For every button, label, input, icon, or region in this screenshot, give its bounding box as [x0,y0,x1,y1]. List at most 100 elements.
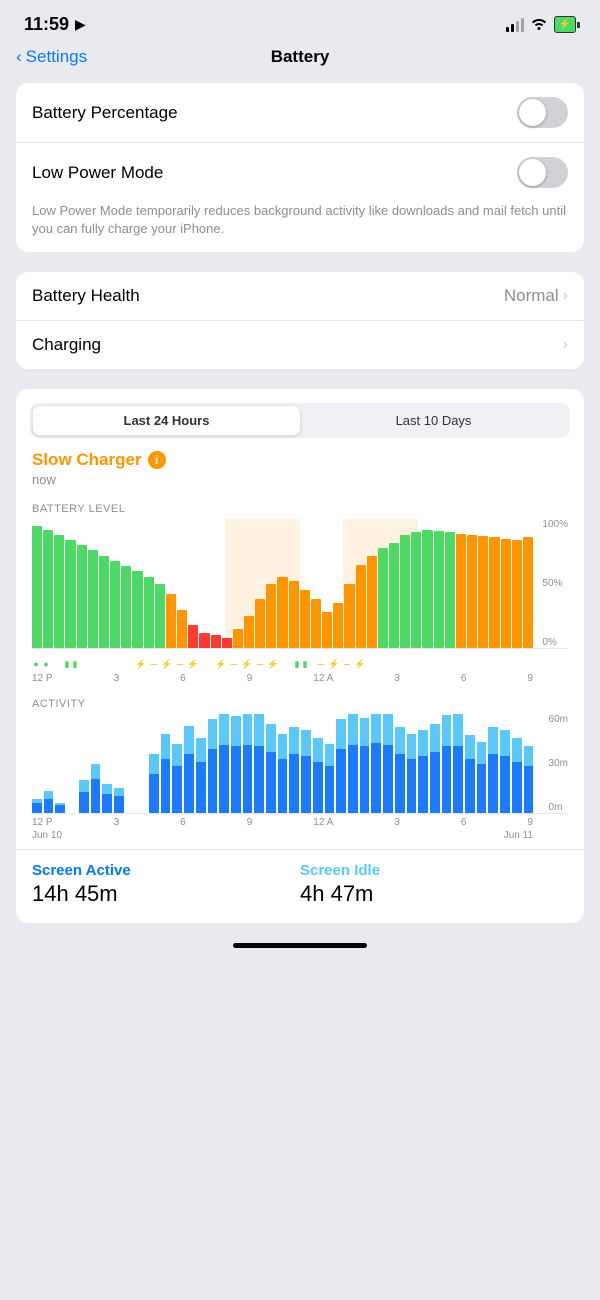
battery-bar [177,519,187,648]
battery-health-row[interactable]: Battery Health Normal › [16,272,584,321]
y-label-100: 100% [542,519,568,530]
activity-bar [44,714,54,813]
charging-indicator-dot: ─ [256,659,264,669]
charging-label: Charging [32,335,101,355]
battery-chart-area: 100% 50% 0% [32,519,568,649]
charging-indicator-dot: ⚡ [240,659,254,670]
low-power-mode-toggle[interactable] [517,157,568,188]
charging-indicator-dot: ─ [176,659,184,669]
chevron-left-icon: ‹ [16,47,22,67]
charging-indicator-dot: ─ [230,659,238,669]
activity-bar [231,714,241,813]
charging-indicator-dot: ▮ [302,659,308,670]
slow-charger-badge: Slow Charger i [16,438,584,472]
battery-bar [222,519,232,648]
battery-bar [121,519,131,648]
status-time: 11:59 [24,14,69,35]
battery-health-card: Battery Health Normal › Charging › [16,272,584,369]
charging-indicator-dot: ● [32,659,40,669]
battery-bar [54,519,64,648]
toggle-knob-2 [519,159,546,186]
status-icons: ⚡ [506,16,576,33]
tab-10-days[interactable]: Last 10 Days [300,406,567,435]
tab-24-hours[interactable]: Last 24 Hours [33,406,300,435]
date-jun10: Jun 10 [32,830,62,841]
charging-indicator-dot: ⚡ [327,659,341,670]
activity-bar [465,714,475,813]
page-title: Battery [271,47,330,67]
battery-bar [344,519,354,648]
charging-indicator-dot: ─ [150,659,158,669]
battery-bar [311,519,321,648]
battery-bar [456,519,466,648]
battery-bar [400,519,410,648]
battery-bar [199,519,209,648]
back-button[interactable]: ‹ Settings [16,47,87,67]
activity-chart: ACTIVITY 60m 30m 0m 12 P 3 6 9 12 A 3 6 … [16,690,584,849]
battery-health-status: Normal [504,286,559,306]
charging-chevron-icon: › [563,336,568,354]
charging-indicators: ●●▮▮⚡─⚡─⚡⚡─⚡─⚡▮▮─⚡─⚡ [32,653,568,673]
battery-bar [77,519,87,648]
battery-percentage-row[interactable]: Battery Percentage [16,83,584,143]
battery-bar [188,519,198,648]
activity-bar [348,714,358,813]
battery-bar [378,519,388,648]
screen-stats: Screen Active 14h 45m Screen Idle 4h 47m [16,849,584,923]
battery-bar [43,519,53,648]
battery-bar [501,519,511,648]
charging-row[interactable]: Charging › [16,321,584,369]
battery-bar [523,519,533,648]
activity-bar [91,714,101,813]
nav-bar: ‹ Settings Battery [0,43,600,83]
activity-bar [102,714,112,813]
battery-bar [99,519,109,648]
activity-bar [254,714,264,813]
battery-level-chart: BATTERY LEVEL 100% 50% 0% ●●▮▮⚡─⚡─⚡⚡─⚡─⚡… [16,495,584,684]
battery-bar [32,519,42,648]
activity-bar [407,714,417,813]
charging-bolt: ⚡ [559,19,571,30]
activity-bar [184,714,194,813]
activity-bar [418,714,428,813]
battery-bar [132,519,142,648]
battery-health-label: Battery Health [32,286,140,306]
charging-indicator-dot: ● [42,659,50,669]
info-icon[interactable]: i [148,451,166,469]
charging-indicator-dot: ⚡ [160,659,174,670]
y-label-50: 50% [542,578,568,589]
screen-idle-stat: Screen Idle 4h 47m [300,862,568,907]
activity-bar [67,714,77,813]
chart-y-labels: 100% 50% 0% [542,519,568,648]
battery-bar [389,519,399,648]
chevron-right-icon: › [563,287,568,305]
activity-bar [512,714,522,813]
back-label[interactable]: Settings [26,47,87,67]
battery-bar [367,519,377,648]
battery-bar [289,519,299,648]
battery-x-labels: 12 P 3 6 9 12 A 3 6 9 [32,673,568,684]
activity-bar [243,714,253,813]
battery-percentage-label: Battery Percentage [32,103,178,123]
home-indicator [233,943,367,948]
battery-icon: ⚡ [554,16,576,33]
slow-charger-sub: now [16,472,584,495]
charging-indicator-dot: ⚡ [186,659,200,670]
screen-active-label: Screen Active [32,862,300,879]
time-tab-bar: Last 24 Hours Last 10 Days [30,403,570,438]
activity-bars [32,714,533,813]
activity-bar [208,714,218,813]
status-bar: 11:59 ▶ ⚡ [0,0,600,43]
activity-y-labels: 60m 30m 0m [549,714,568,813]
location-icon: ▶ [75,16,86,33]
battery-bar [65,519,75,648]
activity-bar [126,714,136,813]
battery-bar [166,519,176,648]
battery-percentage-toggle[interactable] [517,97,568,128]
low-power-mode-row[interactable]: Low Power Mode [16,143,584,202]
slow-charger-text: Slow Charger [32,450,142,470]
activity-bar [325,714,335,813]
activity-bar [477,714,487,813]
charging-indicator-dot: ⚡ [353,659,367,670]
charging-indicator-dot: ─ [317,659,325,669]
